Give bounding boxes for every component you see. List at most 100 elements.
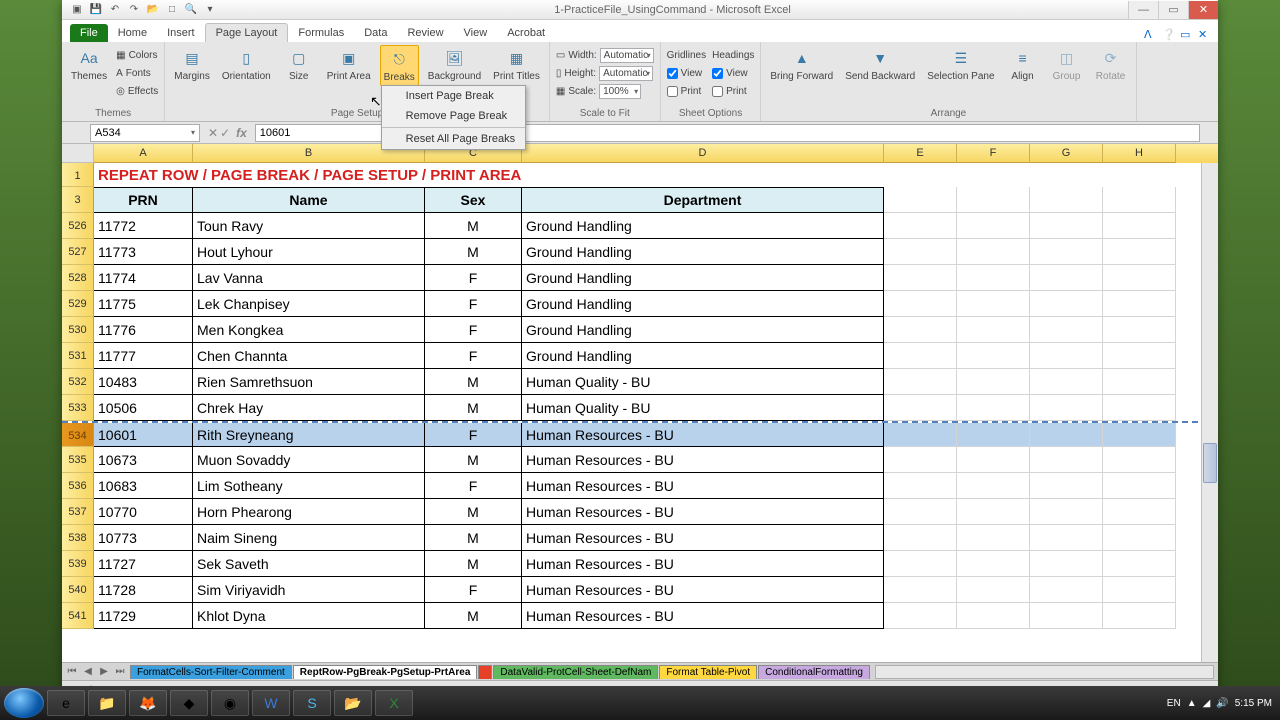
- tray-net-icon[interactable]: ◢: [1203, 698, 1211, 709]
- insert-page-break[interactable]: Insert Page Break: [382, 86, 525, 106]
- themes-button[interactable]: AaThemes: [68, 45, 110, 84]
- cell[interactable]: Horn Phearong: [193, 499, 425, 525]
- cell[interactable]: 11774: [94, 265, 193, 291]
- scale-select[interactable]: 100%: [599, 84, 641, 99]
- cell[interactable]: Toun Ravy: [193, 213, 425, 239]
- row-header[interactable]: 527: [62, 239, 94, 265]
- cell[interactable]: F: [425, 291, 522, 317]
- cell[interactable]: 11777: [94, 343, 193, 369]
- row-header[interactable]: 1: [62, 163, 94, 187]
- headings-view-check[interactable]: [712, 68, 723, 79]
- chrome-icon[interactable]: ◉: [211, 690, 249, 716]
- print-area-button[interactable]: ▣Print Area: [324, 45, 374, 84]
- cell[interactable]: Department: [522, 187, 884, 213]
- name-box[interactable]: A534: [90, 124, 200, 142]
- close-button[interactable]: ✕: [1188, 1, 1218, 19]
- cell[interactable]: M: [425, 239, 522, 265]
- fx-icon[interactable]: fx: [232, 126, 251, 140]
- tab-data[interactable]: Data: [354, 24, 397, 42]
- remove-page-break[interactable]: Remove Page Break: [382, 106, 525, 126]
- qat-more-icon[interactable]: ▾: [203, 3, 217, 17]
- cell[interactable]: Human Resources - BU: [522, 473, 884, 499]
- cell[interactable]: PRN: [94, 187, 193, 213]
- tray-lang[interactable]: EN: [1167, 698, 1181, 709]
- orientation-button[interactable]: ▯Orientation: [219, 45, 274, 84]
- headings-print-check[interactable]: [712, 86, 723, 97]
- cell[interactable]: 10673: [94, 447, 193, 473]
- reset-page-breaks[interactable]: Reset All Page Breaks: [382, 129, 525, 149]
- cell[interactable]: 11772: [94, 213, 193, 239]
- send-backward-button[interactable]: ▼Send Backward: [842, 45, 918, 84]
- tab-formulas[interactable]: Formulas: [288, 24, 354, 42]
- tab-insert[interactable]: Insert: [157, 24, 205, 42]
- tab-file[interactable]: File: [70, 24, 108, 42]
- row-header[interactable]: 538: [62, 525, 94, 551]
- cell[interactable]: Ground Handling: [522, 291, 884, 317]
- sheet-tab[interactable]: FormatCells-Sort-Filter-Comment: [130, 665, 292, 679]
- cell[interactable]: F: [425, 343, 522, 369]
- cell[interactable]: F: [425, 423, 522, 447]
- row-header[interactable]: 532: [62, 369, 94, 395]
- row-header[interactable]: 539: [62, 551, 94, 577]
- colors-label[interactable]: Colors: [129, 50, 158, 61]
- cell[interactable]: Ground Handling: [522, 317, 884, 343]
- cell[interactable]: 10483: [94, 369, 193, 395]
- cancel-icon[interactable]: ✕: [208, 126, 218, 140]
- prev-tab-icon[interactable]: ◀: [80, 666, 96, 677]
- fonts-label[interactable]: Fonts: [126, 68, 151, 79]
- gridlines-view-check[interactable]: [667, 68, 678, 79]
- group-button[interactable]: ◫Group: [1048, 45, 1086, 84]
- cell[interactable]: Human Resources - BU: [522, 525, 884, 551]
- app-icon[interactable]: ◆: [170, 690, 208, 716]
- open-icon[interactable]: 📂: [146, 3, 160, 17]
- row-header[interactable]: 540: [62, 577, 94, 603]
- gridlines-print-check[interactable]: [667, 86, 678, 97]
- excel-task-icon[interactable]: X: [375, 690, 413, 716]
- cell[interactable]: Sek Saveth: [193, 551, 425, 577]
- row-header[interactable]: 530: [62, 317, 94, 343]
- tray-flag-icon[interactable]: ▲: [1187, 698, 1197, 709]
- enter-icon[interactable]: ✓: [220, 126, 230, 140]
- cell[interactable]: Rith Sreyneang: [193, 423, 425, 447]
- scroll-thumb[interactable]: [1203, 443, 1217, 483]
- row-header[interactable]: 534: [62, 423, 94, 447]
- last-tab-icon[interactable]: ⏭: [112, 666, 128, 677]
- tab-page-layout[interactable]: Page Layout: [205, 23, 289, 42]
- restore-workbook-icon[interactable]: ▭: [1180, 28, 1194, 42]
- cell[interactable]: Human Resources - BU: [522, 499, 884, 525]
- cell[interactable]: M: [425, 447, 522, 473]
- start-button[interactable]: [4, 688, 44, 718]
- cell[interactable]: M: [425, 213, 522, 239]
- cell[interactable]: 11729: [94, 603, 193, 629]
- print-titles-button[interactable]: ▦Print Titles: [490, 45, 543, 84]
- cell[interactable]: 11773: [94, 239, 193, 265]
- col-G[interactable]: G: [1030, 144, 1103, 163]
- col-E[interactable]: E: [884, 144, 957, 163]
- cell[interactable]: F: [425, 265, 522, 291]
- grid-rows[interactable]: 1REPEAT ROW / PAGE BREAK / PAGE SETUP / …: [62, 163, 1218, 662]
- firefox-icon[interactable]: 🦊: [129, 690, 167, 716]
- save-icon[interactable]: 💾: [89, 3, 103, 17]
- cell[interactable]: Khlot Dyna: [193, 603, 425, 629]
- tab-acrobat[interactable]: Acrobat: [497, 24, 555, 42]
- col-F[interactable]: F: [957, 144, 1030, 163]
- cell[interactable]: Hout Lyhour: [193, 239, 425, 265]
- new-icon[interactable]: □: [165, 3, 179, 17]
- row-header[interactable]: 529: [62, 291, 94, 317]
- word-icon[interactable]: W: [252, 690, 290, 716]
- cell[interactable]: Muon Sovaddy: [193, 447, 425, 473]
- row-header[interactable]: 526: [62, 213, 94, 239]
- row-header[interactable]: 536: [62, 473, 94, 499]
- cell[interactable]: Human Resources - BU: [522, 551, 884, 577]
- row-header[interactable]: 533: [62, 395, 94, 421]
- close-workbook-icon[interactable]: ✕: [1198, 28, 1212, 42]
- sheet-tab[interactable]: DataValid-ProtCell-Sheet-DefNam: [493, 665, 658, 679]
- cell[interactable]: Ground Handling: [522, 213, 884, 239]
- cell[interactable]: Human Resources - BU: [522, 603, 884, 629]
- col-A[interactable]: A: [94, 144, 193, 163]
- explorer2-icon[interactable]: 📂: [334, 690, 372, 716]
- cell[interactable]: F: [425, 317, 522, 343]
- rotate-button[interactable]: ⟳Rotate: [1092, 45, 1130, 84]
- cell[interactable]: 10683: [94, 473, 193, 499]
- cell[interactable]: Name: [193, 187, 425, 213]
